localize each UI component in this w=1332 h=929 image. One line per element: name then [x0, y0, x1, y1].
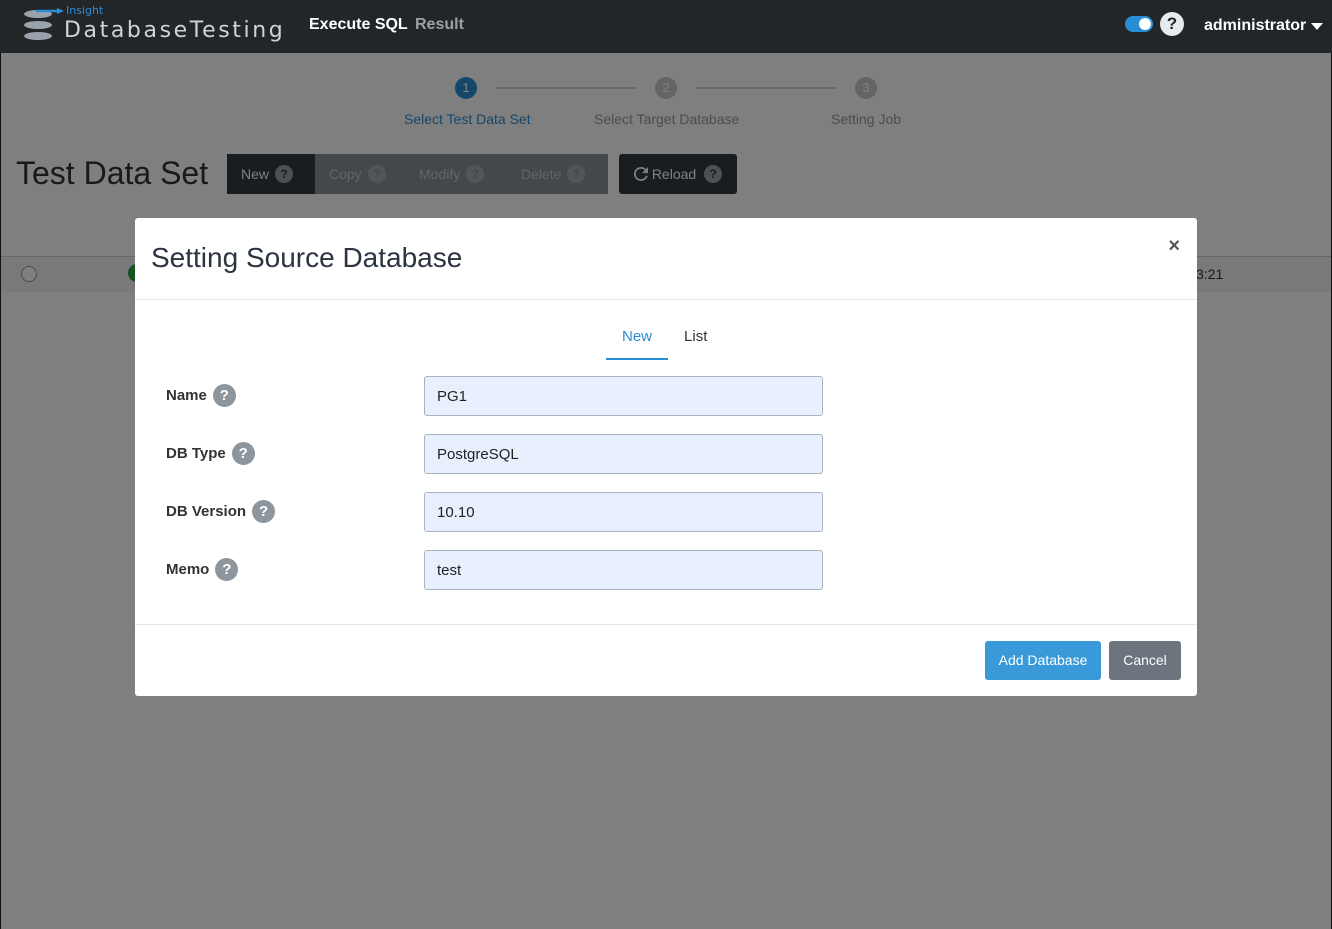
help-icon[interactable]: ?: [212, 384, 236, 407]
help-icon[interactable]: ?: [1160, 12, 1184, 36]
tab-list[interactable]: List: [668, 322, 723, 360]
memo-label-text: Memo: [166, 561, 210, 578]
close-icon[interactable]: ×: [1168, 235, 1180, 258]
logo-subtitle: Insight: [66, 4, 104, 17]
database-icon: [24, 10, 52, 42]
help-icon[interactable]: ?: [231, 442, 255, 465]
nav-result[interactable]: Result: [415, 16, 464, 34]
modal-header: Setting Source Database ×: [135, 218, 1197, 300]
tab-new[interactable]: New: [606, 322, 669, 360]
help-icon[interactable]: ?: [252, 500, 276, 523]
name-label: Name ?: [166, 384, 236, 407]
memo-label: Memo ?: [166, 558, 239, 581]
cancel-button[interactable]: Cancel: [1109, 641, 1181, 680]
form-row-db-version: DB Version ?: [166, 492, 826, 532]
add-database-button[interactable]: Add Database: [985, 641, 1101, 680]
form-row-db-type: DB Type ?: [166, 434, 826, 474]
form-row-memo: Memo ?: [166, 550, 826, 590]
modal-tabs: New List: [606, 322, 723, 360]
db-type-label-text: DB Type: [166, 445, 226, 462]
user-menu[interactable]: administrator: [1204, 17, 1306, 35]
db-type-label: DB Type ?: [166, 442, 255, 465]
app-logo[interactable]: Insight DatabaseTesting: [22, 4, 292, 46]
memo-input[interactable]: [424, 550, 823, 590]
db-version-label-text: DB Version: [166, 503, 247, 520]
logo-name: DatabaseTesting: [64, 18, 286, 43]
help-icon[interactable]: ?: [215, 558, 239, 581]
name-input[interactable]: [424, 376, 823, 416]
db-version-input[interactable]: [424, 492, 823, 532]
db-version-label: DB Version ?: [166, 500, 276, 523]
caret-down-icon[interactable]: [1311, 23, 1323, 30]
nav-execute-sql[interactable]: Execute SQL: [309, 16, 408, 34]
db-type-input[interactable]: [424, 434, 823, 474]
name-label-text: Name: [166, 387, 207, 404]
theme-toggle[interactable]: [1125, 16, 1153, 32]
form-row-name: Name ?: [166, 376, 826, 416]
setting-source-database-dialog: Setting Source Database × New List Name …: [135, 218, 1197, 696]
modal-footer-divider: [135, 624, 1197, 625]
modal-title: Setting Source Database: [151, 242, 463, 273]
top-navbar: Insight DatabaseTesting Execute SQL Resu…: [0, 0, 1332, 53]
